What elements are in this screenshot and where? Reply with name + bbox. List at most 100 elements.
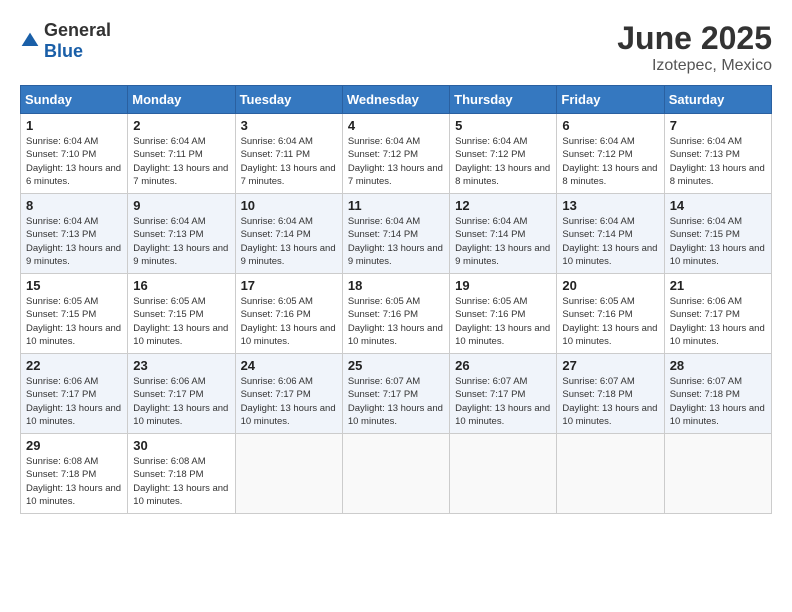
day-info: Sunrise: 6:07 AMSunset: 7:17 PMDaylight:… <box>455 376 550 427</box>
calendar-row: 29 Sunrise: 6:08 AMSunset: 7:18 PMDaylig… <box>21 434 772 514</box>
day-info: Sunrise: 6:05 AMSunset: 7:16 PMDaylight:… <box>348 296 443 347</box>
calendar-cell: 26 Sunrise: 6:07 AMSunset: 7:17 PMDaylig… <box>450 354 557 434</box>
day-info: Sunrise: 6:04 AMSunset: 7:12 PMDaylight:… <box>348 136 443 187</box>
weekday-header: Saturday <box>664 86 771 114</box>
day-info: Sunrise: 6:04 AMSunset: 7:14 PMDaylight:… <box>241 216 336 267</box>
day-info: Sunrise: 6:04 AMSunset: 7:12 PMDaylight:… <box>562 136 657 187</box>
day-number: 30 <box>133 438 229 453</box>
calendar-cell: 14 Sunrise: 6:04 AMSunset: 7:15 PMDaylig… <box>664 194 771 274</box>
day-number: 2 <box>133 118 229 133</box>
weekday-header: Sunday <box>21 86 128 114</box>
day-number: 26 <box>455 358 551 373</box>
calendar-cell: 8 Sunrise: 6:04 AMSunset: 7:13 PMDayligh… <box>21 194 128 274</box>
calendar-cell: 5 Sunrise: 6:04 AMSunset: 7:12 PMDayligh… <box>450 114 557 194</box>
day-number: 10 <box>241 198 337 213</box>
calendar-cell <box>235 434 342 514</box>
day-number: 21 <box>670 278 766 293</box>
day-info: Sunrise: 6:06 AMSunset: 7:17 PMDaylight:… <box>670 296 765 347</box>
weekday-header: Monday <box>128 86 235 114</box>
logo-general: General <box>44 20 111 40</box>
day-number: 18 <box>348 278 444 293</box>
calendar-cell: 20 Sunrise: 6:05 AMSunset: 7:16 PMDaylig… <box>557 274 664 354</box>
calendar-cell: 25 Sunrise: 6:07 AMSunset: 7:17 PMDaylig… <box>342 354 449 434</box>
day-number: 3 <box>241 118 337 133</box>
day-info: Sunrise: 6:06 AMSunset: 7:17 PMDaylight:… <box>26 376 121 427</box>
calendar-cell <box>664 434 771 514</box>
day-info: Sunrise: 6:04 AMSunset: 7:14 PMDaylight:… <box>455 216 550 267</box>
day-info: Sunrise: 6:04 AMSunset: 7:13 PMDaylight:… <box>670 136 765 187</box>
calendar-cell: 1 Sunrise: 6:04 AMSunset: 7:10 PMDayligh… <box>21 114 128 194</box>
day-info: Sunrise: 6:08 AMSunset: 7:18 PMDaylight:… <box>133 456 228 507</box>
day-number: 20 <box>562 278 658 293</box>
calendar-cell: 10 Sunrise: 6:04 AMSunset: 7:14 PMDaylig… <box>235 194 342 274</box>
day-info: Sunrise: 6:06 AMSunset: 7:17 PMDaylight:… <box>241 376 336 427</box>
calendar-cell: 16 Sunrise: 6:05 AMSunset: 7:15 PMDaylig… <box>128 274 235 354</box>
weekday-header: Thursday <box>450 86 557 114</box>
calendar-cell: 4 Sunrise: 6:04 AMSunset: 7:12 PMDayligh… <box>342 114 449 194</box>
day-number: 1 <box>26 118 122 133</box>
day-number: 14 <box>670 198 766 213</box>
calendar-row: 15 Sunrise: 6:05 AMSunset: 7:15 PMDaylig… <box>21 274 772 354</box>
day-info: Sunrise: 6:05 AMSunset: 7:16 PMDaylight:… <box>241 296 336 347</box>
calendar-cell: 15 Sunrise: 6:05 AMSunset: 7:15 PMDaylig… <box>21 274 128 354</box>
day-info: Sunrise: 6:04 AMSunset: 7:11 PMDaylight:… <box>241 136 336 187</box>
day-number: 6 <box>562 118 658 133</box>
day-number: 7 <box>670 118 766 133</box>
calendar-cell <box>557 434 664 514</box>
calendar-cell: 19 Sunrise: 6:05 AMSunset: 7:16 PMDaylig… <box>450 274 557 354</box>
calendar-cell: 12 Sunrise: 6:04 AMSunset: 7:14 PMDaylig… <box>450 194 557 274</box>
day-number: 5 <box>455 118 551 133</box>
day-number: 27 <box>562 358 658 373</box>
calendar-cell: 28 Sunrise: 6:07 AMSunset: 7:18 PMDaylig… <box>664 354 771 434</box>
day-number: 17 <box>241 278 337 293</box>
calendar-cell: 29 Sunrise: 6:08 AMSunset: 7:18 PMDaylig… <box>21 434 128 514</box>
calendar-cell <box>450 434 557 514</box>
day-info: Sunrise: 6:07 AMSunset: 7:17 PMDaylight:… <box>348 376 443 427</box>
day-info: Sunrise: 6:05 AMSunset: 7:15 PMDaylight:… <box>26 296 121 347</box>
calendar-cell: 7 Sunrise: 6:04 AMSunset: 7:13 PMDayligh… <box>664 114 771 194</box>
day-number: 4 <box>348 118 444 133</box>
month-title: June 2025 <box>617 20 772 57</box>
calendar-cell: 6 Sunrise: 6:04 AMSunset: 7:12 PMDayligh… <box>557 114 664 194</box>
day-info: Sunrise: 6:04 AMSunset: 7:13 PMDaylight:… <box>133 216 228 267</box>
calendar-cell: 2 Sunrise: 6:04 AMSunset: 7:11 PMDayligh… <box>128 114 235 194</box>
title-area: June 2025 Izotepec, Mexico <box>617 20 772 75</box>
day-info: Sunrise: 6:04 AMSunset: 7:15 PMDaylight:… <box>670 216 765 267</box>
day-number: 13 <box>562 198 658 213</box>
day-info: Sunrise: 6:04 AMSunset: 7:10 PMDaylight:… <box>26 136 121 187</box>
calendar-cell <box>342 434 449 514</box>
calendar-cell: 23 Sunrise: 6:06 AMSunset: 7:17 PMDaylig… <box>128 354 235 434</box>
day-number: 25 <box>348 358 444 373</box>
logo: General Blue <box>20 20 111 62</box>
generalblue-icon <box>20 31 40 51</box>
day-number: 9 <box>133 198 229 213</box>
day-info: Sunrise: 6:05 AMSunset: 7:16 PMDaylight:… <box>562 296 657 347</box>
day-info: Sunrise: 6:08 AMSunset: 7:18 PMDaylight:… <box>26 456 121 507</box>
day-info: Sunrise: 6:04 AMSunset: 7:14 PMDaylight:… <box>348 216 443 267</box>
day-number: 15 <box>26 278 122 293</box>
day-info: Sunrise: 6:04 AMSunset: 7:13 PMDaylight:… <box>26 216 121 267</box>
logo-blue: Blue <box>44 41 83 61</box>
calendar-cell: 30 Sunrise: 6:08 AMSunset: 7:18 PMDaylig… <box>128 434 235 514</box>
calendar-row: 22 Sunrise: 6:06 AMSunset: 7:17 PMDaylig… <box>21 354 772 434</box>
day-number: 11 <box>348 198 444 213</box>
day-number: 28 <box>670 358 766 373</box>
calendar-cell: 9 Sunrise: 6:04 AMSunset: 7:13 PMDayligh… <box>128 194 235 274</box>
calendar-table: SundayMondayTuesdayWednesdayThursdayFrid… <box>20 85 772 514</box>
day-number: 23 <box>133 358 229 373</box>
weekday-header: Tuesday <box>235 86 342 114</box>
day-number: 12 <box>455 198 551 213</box>
calendar-cell: 13 Sunrise: 6:04 AMSunset: 7:14 PMDaylig… <box>557 194 664 274</box>
page-header: General Blue June 2025 Izotepec, Mexico <box>20 20 772 75</box>
day-number: 19 <box>455 278 551 293</box>
location-title: Izotepec, Mexico <box>617 57 772 75</box>
calendar-row: 8 Sunrise: 6:04 AMSunset: 7:13 PMDayligh… <box>21 194 772 274</box>
weekday-header: Wednesday <box>342 86 449 114</box>
day-info: Sunrise: 6:04 AMSunset: 7:14 PMDaylight:… <box>562 216 657 267</box>
calendar-cell: 21 Sunrise: 6:06 AMSunset: 7:17 PMDaylig… <box>664 274 771 354</box>
weekday-header: Friday <box>557 86 664 114</box>
day-number: 29 <box>26 438 122 453</box>
calendar-cell: 11 Sunrise: 6:04 AMSunset: 7:14 PMDaylig… <box>342 194 449 274</box>
calendar-cell: 24 Sunrise: 6:06 AMSunset: 7:17 PMDaylig… <box>235 354 342 434</box>
day-info: Sunrise: 6:06 AMSunset: 7:17 PMDaylight:… <box>133 376 228 427</box>
